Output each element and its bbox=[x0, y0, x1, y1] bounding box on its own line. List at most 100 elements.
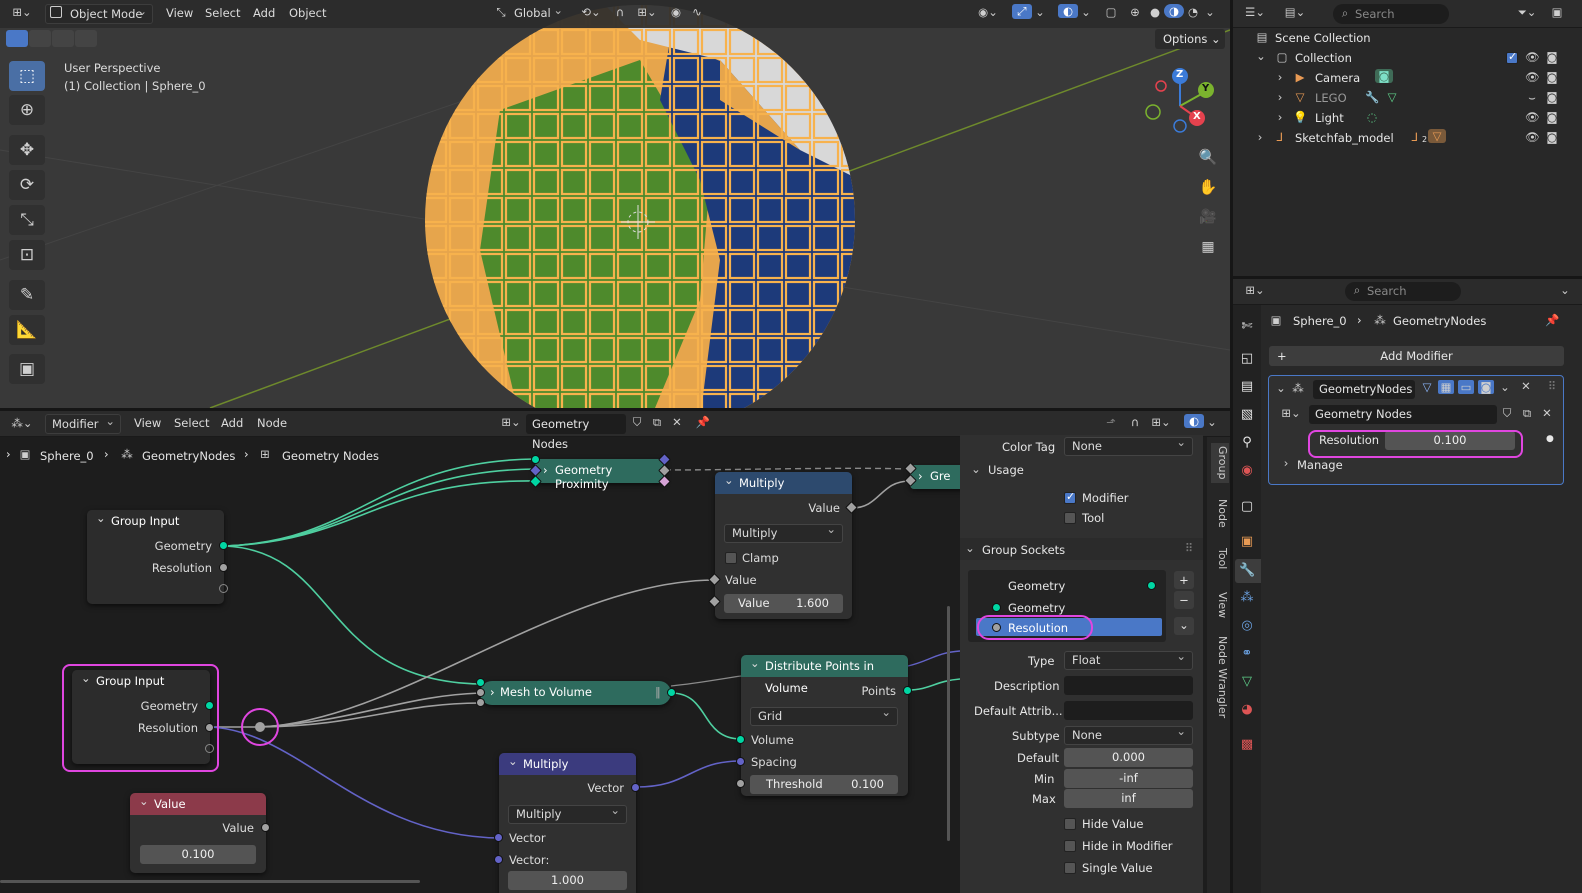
expand-chevron-icon[interactable]: › bbox=[1275, 90, 1285, 104]
multiply-node-top[interactable]: Multiply Value Multiply Clamp Value Valu… bbox=[708, 469, 858, 619]
volume-input-socket[interactable] bbox=[736, 735, 745, 744]
collection-tab-icon[interactable]: ▢ bbox=[1239, 499, 1255, 515]
mesh-input-socket[interactable] bbox=[476, 678, 485, 687]
input-socket[interactable] bbox=[476, 688, 485, 697]
node-header[interactable]: Multiply bbox=[715, 469, 852, 494]
rotate-tool[interactable]: ⟳ bbox=[9, 170, 45, 200]
value-field[interactable]: Value 1.600 bbox=[724, 594, 843, 613]
node-header[interactable]: Distribute Points in Volume bbox=[741, 652, 908, 695]
outliner-row-camera[interactable]: › ▶ Camera ◙ 👁 ◙ bbox=[1233, 68, 1582, 88]
add-cube-tool[interactable]: ▣ bbox=[9, 354, 45, 384]
eye-icon[interactable]: 👁 bbox=[1525, 110, 1540, 124]
new-collection-icon[interactable]: ▣ bbox=[1548, 5, 1566, 19]
shading-dropdown-icon[interactable]: ⌄ bbox=[1204, 5, 1216, 19]
properties-options-icon[interactable]: ⌄ bbox=[1559, 283, 1571, 297]
empty-output-socket[interactable] bbox=[219, 584, 228, 593]
child-mesh-icon[interactable]: ▽ bbox=[1428, 129, 1446, 143]
snap-icon[interactable]: ∩ bbox=[610, 5, 630, 19]
menu-object[interactable]: Object bbox=[289, 6, 326, 20]
select-subtract-icon[interactable] bbox=[52, 30, 74, 47]
single-value-checkbox[interactable] bbox=[1064, 862, 1076, 874]
max-field[interactable]: inf bbox=[1064, 789, 1193, 808]
drag-handle-icon[interactable]: ⠿ bbox=[1182, 541, 1196, 555]
expand-chevron-icon[interactable]: › bbox=[1275, 110, 1285, 124]
usage-chevron-icon[interactable]: ⌄ bbox=[970, 462, 982, 476]
render-camera-icon[interactable]: ◙ bbox=[1545, 50, 1559, 64]
scale-tool[interactable]: ⤡ bbox=[9, 205, 45, 235]
resolution-output-socket[interactable] bbox=[219, 563, 228, 572]
geometry-proximity-node[interactable]: › Geometry Proximity bbox=[529, 453, 671, 491]
proportional-edit-icon[interactable]: ◉ bbox=[667, 5, 685, 19]
side-tab-tool[interactable]: Tool bbox=[1211, 543, 1229, 575]
editmode-icon[interactable]: ▦ bbox=[1438, 380, 1454, 394]
scene-tab-icon[interactable]: ⚲ bbox=[1239, 435, 1255, 451]
light-data-icon[interactable]: ◌ bbox=[1365, 110, 1379, 124]
modifier-name-field[interactable]: GeometryNodes bbox=[1313, 380, 1415, 399]
default-field[interactable]: 0.000 bbox=[1064, 748, 1193, 767]
default-attribute-field[interactable] bbox=[1064, 701, 1193, 720]
navigation-gizmo[interactable]: Z Y X bbox=[1140, 66, 1220, 136]
modifier-tab-icon[interactable]: 🔧 bbox=[1239, 563, 1255, 579]
ortho-grid-icon[interactable]: ▦ bbox=[1196, 235, 1220, 259]
node-header[interactable]: Group Input bbox=[87, 507, 224, 532]
collection-checkbox[interactable] bbox=[1506, 50, 1518, 64]
side-tab-node[interactable]: Node bbox=[1211, 495, 1229, 531]
mode-dropdown[interactable]: Grid bbox=[750, 704, 898, 726]
modifier-wrench-icon[interactable]: 🔧 bbox=[1365, 90, 1379, 104]
render-tab-icon[interactable]: ◱ bbox=[1239, 351, 1255, 367]
area-divider-vertical[interactable] bbox=[1230, 0, 1233, 893]
display-mode-icon[interactable]: ▤⌄ bbox=[1281, 5, 1309, 19]
select-extend-icon[interactable] bbox=[29, 30, 51, 47]
unlink-icon[interactable]: ✕ bbox=[1539, 406, 1555, 420]
menu-add[interactable]: Add bbox=[253, 6, 275, 20]
keyframe-dot-icon[interactable]: ● bbox=[1546, 434, 1554, 444]
add-modifier-button[interactable]: + Add Modifier bbox=[1269, 346, 1564, 366]
expand-chevron-icon[interactable]: › bbox=[490, 685, 495, 699]
area-divider-horizontal[interactable] bbox=[0, 408, 1230, 411]
side-tab-node-wrangler[interactable]: Node Wrangler bbox=[1211, 635, 1229, 719]
constraints-tab-icon[interactable]: ⚭ bbox=[1239, 646, 1255, 662]
menu-select[interactable]: Select bbox=[205, 6, 240, 20]
value-field[interactable]: 0.100 bbox=[140, 845, 256, 864]
type-dropdown[interactable]: Float bbox=[1064, 648, 1193, 670]
value-output-socket[interactable] bbox=[261, 823, 270, 832]
menu-view[interactable]: View bbox=[166, 6, 193, 20]
expand-chevron-icon[interactable]: › bbox=[918, 469, 923, 483]
shading-material-icon[interactable]: ◑ bbox=[1164, 4, 1184, 18]
output-tab-icon[interactable]: ▤ bbox=[1239, 379, 1255, 395]
render-camera-icon[interactable]: ◙ bbox=[1545, 130, 1559, 144]
overlay-dropdown-icon[interactable]: ⌄ bbox=[1206, 415, 1218, 429]
spacing-input-socket[interactable] bbox=[736, 757, 745, 766]
view-layer-tab-icon[interactable]: ▧ bbox=[1239, 407, 1255, 423]
data-tab-icon[interactable]: ▽ bbox=[1239, 674, 1255, 690]
input-socket[interactable] bbox=[476, 698, 485, 707]
physics-tab-icon[interactable]: ◎ bbox=[1239, 618, 1255, 634]
world-tab-icon[interactable]: ◉ bbox=[1239, 463, 1255, 479]
socket-list-item[interactable]: Geometry bbox=[1008, 579, 1065, 593]
geometry-output-socket[interactable] bbox=[219, 541, 228, 550]
description-field[interactable] bbox=[1064, 676, 1193, 695]
drag-handle-icon[interactable]: ⠿ bbox=[1545, 379, 1559, 393]
outliner-row-lego[interactable]: › ▽ LEGO 🔧 ▽ ⌣ ◙ bbox=[1233, 88, 1582, 108]
render-icon[interactable]: ◙ bbox=[1478, 380, 1494, 394]
overlay-icon[interactable]: ◐ bbox=[1058, 4, 1078, 18]
input-socket[interactable] bbox=[531, 455, 540, 464]
select-new-icon[interactable] bbox=[6, 30, 28, 47]
multiply-vector-node[interactable]: Multiply Vector Multiply Vector Vector: … bbox=[494, 750, 640, 893]
outliner-editor-icon[interactable]: ☰⌄ bbox=[1241, 5, 1269, 19]
mesh-to-volume-node[interactable]: › Mesh to Volume ‖ bbox=[476, 678, 676, 707]
fake-user-shield-icon[interactable]: ⛉ bbox=[1499, 406, 1515, 421]
realtime-icon[interactable]: ▭ bbox=[1458, 380, 1474, 394]
node-editor[interactable]: ⁂⌄ Modifier View Select Add Node ⊞⌄ Geom… bbox=[0, 411, 1230, 893]
shading-rendered-icon[interactable]: ◔ bbox=[1184, 5, 1202, 19]
modifier-checkbox[interactable] bbox=[1064, 490, 1076, 504]
parent-node-tree-icon[interactable]: ⬏ bbox=[1103, 415, 1119, 429]
group-input-node-1[interactable]: Group Input Geometry Resolution bbox=[87, 507, 228, 604]
socket-specials-button[interactable]: ⌄ bbox=[1174, 617, 1194, 635]
shading-solid-icon[interactable]: ● bbox=[1146, 5, 1164, 19]
min-field[interactable]: -inf bbox=[1064, 769, 1193, 788]
cursor-tool[interactable]: ⊕ bbox=[9, 95, 45, 125]
hide-in-modifier-checkbox[interactable] bbox=[1064, 840, 1076, 852]
child-armature-icon[interactable]: ⅃ bbox=[1408, 130, 1422, 144]
socket-list-item[interactable]: Geometry bbox=[1008, 601, 1065, 615]
